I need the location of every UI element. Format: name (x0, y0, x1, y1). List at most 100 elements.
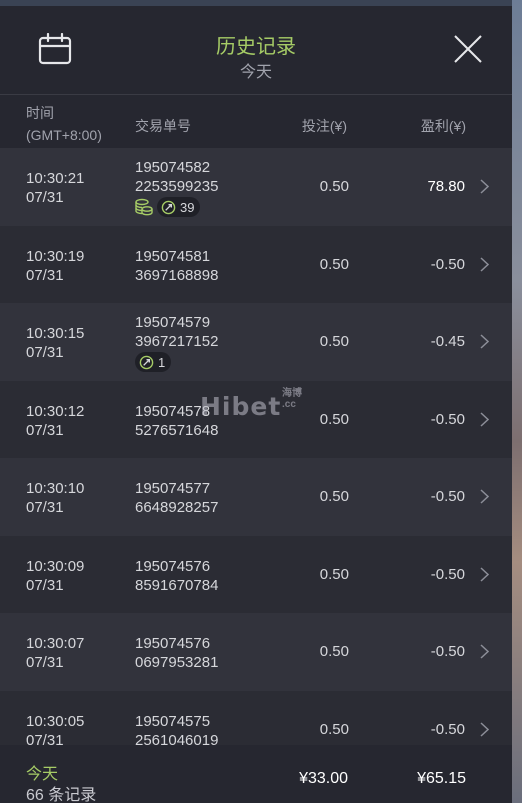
row-time: 10:30:21 07/31 (26, 169, 84, 207)
summary-footer: 今天 66 条记录 ¥33.00 ¥65.15 (0, 745, 512, 803)
row-order: 195074579 3967217152 1 (135, 313, 218, 372)
row-order-id: 195074576 (135, 635, 211, 652)
page-subtitle: 今天 (239, 64, 272, 81)
table-row[interactable]: 10:30:10 07/31 195074577 6648928257 0.50 -0.5… (0, 458, 512, 536)
row-bet: 0.50 (319, 333, 349, 350)
table-row[interactable]: 10:30:09 07/31 195074576 8591670784 0.50 -0.5… (0, 535, 512, 613)
free-spin-badge: 1 (135, 352, 172, 372)
row-order-id: 195074581 (135, 247, 211, 265)
row-time-value: 10:30:15 (26, 325, 85, 342)
footer-total-bet: ¥33.00 (299, 770, 348, 787)
row-tags: 39 (135, 197, 218, 217)
table-row[interactable]: 10:30:05 07/31 195074575 2561046019 0.50 -0.5… (0, 690, 512, 746)
row-profit: -0.45 (430, 333, 465, 350)
row-time-value: 10:30:12 (26, 402, 85, 420)
row-profit: -0.50 (430, 643, 465, 660)
page-title: 历史记录 (216, 36, 296, 58)
row-time: 10:30:12 07/31 (26, 402, 84, 440)
row-order-id: 195074577 (135, 480, 211, 497)
col-profit-label: 盈利(¥) (420, 118, 466, 134)
row-order-id-2: 3967217152 (135, 333, 219, 350)
row-bet: 0.50 (319, 720, 349, 738)
coin-stack-icon (135, 198, 153, 216)
close-icon[interactable] (452, 33, 484, 65)
records-list: 10:30:21 07/31 195074582 2253599235 39 0.50 78… (0, 148, 512, 745)
row-time-value: 10:30:09 (26, 557, 85, 575)
watermark-logo-sub: 海博 .cc (282, 388, 302, 410)
row-order-id-2: 2253599235 (135, 178, 219, 195)
chevron-right-icon[interactable] (480, 489, 489, 504)
chevron-right-icon[interactable] (480, 566, 489, 582)
row-time-value: 10:30:05 (26, 712, 85, 730)
col-time-label: 时间 (26, 105, 54, 121)
row-time-value: 10:30:19 (26, 247, 85, 265)
row-date-value: 07/31 (26, 266, 64, 284)
chevron-right-icon[interactable] (480, 256, 489, 272)
col-order-label: 交易单号 (135, 118, 191, 134)
watermark-logo: Hibet (200, 392, 282, 421)
history-panel: 历史记录 今天 时间 (GMT+8:00) 交易单号 投注(¥) 盈利(¥) 1… (0, 6, 512, 803)
row-time-value: 10:30:10 (26, 480, 85, 497)
col-bet-label: 投注(¥) (301, 118, 347, 134)
row-time: 10:30:09 07/31 (26, 557, 84, 595)
row-order-id: 195074579 (135, 314, 211, 331)
row-time-value: 10:30:21 (26, 170, 85, 187)
row-order-id-2: 6648928257 (135, 499, 219, 516)
chevron-right-icon[interactable] (480, 721, 489, 737)
free-spin-icon (139, 355, 154, 369)
row-profit: -0.50 (430, 720, 465, 738)
table-row[interactable]: 10:30:15 07/31 195074579 3967217152 1 0.50 -0.… (0, 303, 512, 381)
chevron-right-icon[interactable] (480, 411, 489, 427)
row-date-value: 07/31 (26, 499, 64, 516)
row-order-id-2: 5276571648 (135, 421, 219, 439)
chevron-right-icon[interactable] (480, 644, 489, 659)
footer-record-count: 66 条记录 (26, 787, 97, 803)
row-date-value: 07/31 (26, 189, 64, 206)
row-time: 10:30:10 07/31 (26, 479, 84, 517)
row-profit: -0.50 (430, 488, 465, 505)
row-date-value: 07/31 (26, 731, 64, 746)
row-time: 10:30:19 07/31 (26, 247, 84, 285)
row-date-value: 07/31 (26, 421, 64, 439)
row-date-value: 07/31 (26, 576, 64, 594)
row-order: 195074576 8591670784 (135, 557, 218, 595)
col-time-zone: (GMT+8:00) (26, 127, 102, 143)
free-spin-icon (161, 200, 176, 214)
table-row[interactable]: 10:30:07 07/31 195074576 0697953281 0.50 -0.5… (0, 613, 512, 691)
row-profit: -0.50 (430, 410, 465, 428)
chevron-right-icon[interactable] (480, 179, 489, 194)
column-header: 时间 (GMT+8:00) 交易单号 投注(¥) 盈利(¥) (0, 95, 512, 148)
row-tags: 1 (135, 352, 218, 372)
row-time: 10:30:07 07/31 (26, 634, 84, 672)
table-row[interactable]: 10:30:19 07/31 195074581 3697168898 0.50 -0.5… (0, 225, 512, 303)
row-order-id-2: 0697953281 (135, 654, 219, 671)
table-row[interactable]: 10:30:21 07/31 195074582 2253599235 39 0.50 78… (0, 148, 512, 226)
row-date-value: 07/31 (26, 344, 64, 361)
row-order: 195074581 3697168898 (135, 247, 218, 285)
badge-count: 1 (158, 354, 166, 370)
row-time: 10:30:15 07/31 (26, 324, 84, 362)
free-spin-badge: 39 (157, 197, 201, 217)
row-time: 10:30:05 07/31 (26, 712, 84, 746)
row-order-id: 195074582 (135, 159, 211, 176)
row-order-id: 195074576 (135, 557, 211, 575)
row-date-value: 07/31 (26, 654, 64, 671)
row-bet: 0.50 (319, 410, 349, 428)
row-bet: 0.50 (319, 255, 349, 273)
row-order-id-2: 2561046019 (135, 731, 219, 746)
header: 历史记录 今天 (0, 6, 512, 95)
footer-total-profit: ¥65.15 (417, 770, 466, 787)
row-bet: 0.50 (319, 565, 349, 583)
row-time-value: 10:30:07 (26, 635, 85, 652)
row-bet: 0.50 (319, 178, 349, 195)
row-profit: 78.80 (427, 178, 465, 195)
row-order-id: 195074575 (135, 712, 211, 730)
row-profit: -0.50 (430, 255, 465, 273)
row-bet: 0.50 (319, 643, 349, 660)
badge-count: 39 (180, 199, 195, 215)
row-order: 195074582 2253599235 39 (135, 158, 218, 217)
row-order: 195074577 6648928257 (135, 479, 218, 517)
chevron-right-icon[interactable] (480, 334, 489, 349)
row-order: 195074575 2561046019 (135, 712, 218, 746)
row-order-id-2: 8591670784 (135, 576, 219, 594)
